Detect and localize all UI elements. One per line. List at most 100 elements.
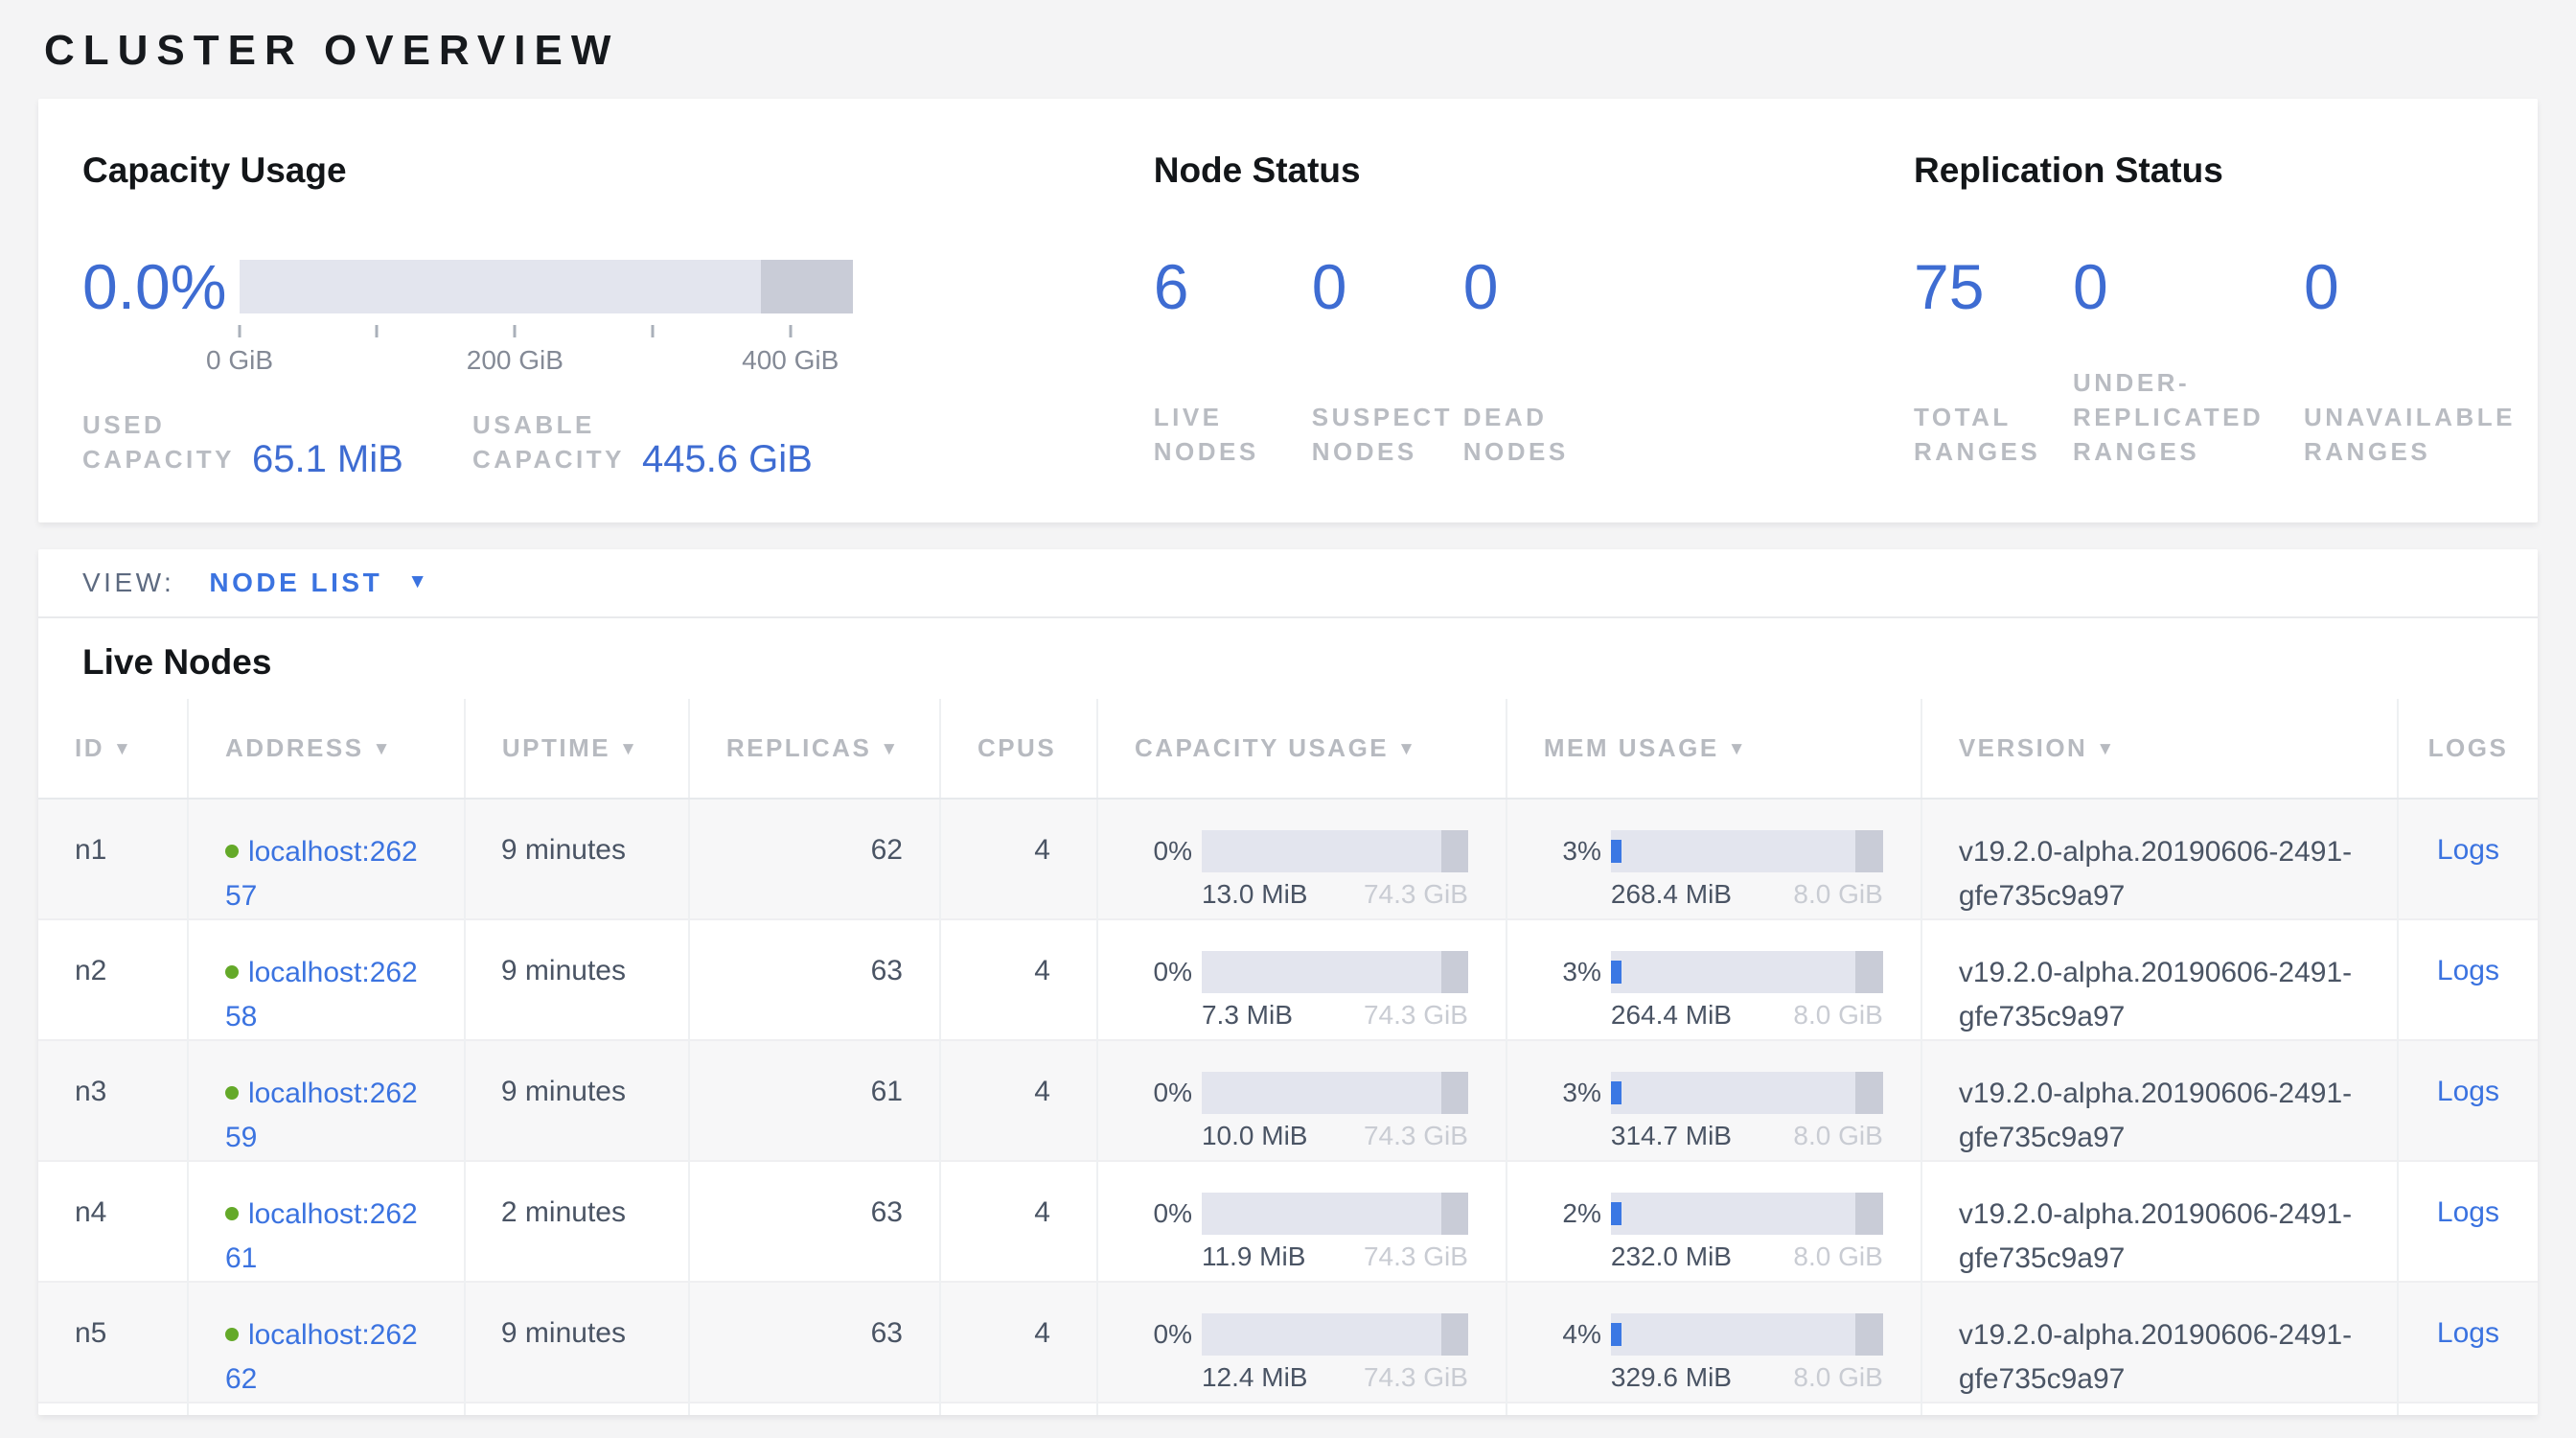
uptime-cell: 9 minutes	[465, 1040, 689, 1161]
cluster-overview-page: CLUSTER OVERVIEW Capacity Usage 0.0% 0 G…	[0, 23, 2576, 1415]
cpus-cell: 4	[940, 799, 1097, 919]
column-header-cpus: CPUS	[940, 699, 1097, 799]
logs-cell: Logs	[2398, 799, 2538, 919]
view-selector-dropdown[interactable]: NODE LIST ▼	[209, 568, 430, 598]
column-header-capacity[interactable]: CAPACITY USAGE ▼	[1097, 699, 1506, 799]
mem-usage-cell: 4% 329.6 MiB 8.0 GiB	[1506, 1282, 1921, 1403]
mem-bar	[1611, 1072, 1883, 1114]
uptime-cell: 9 minutes	[465, 799, 689, 919]
node-address-cell: localhost:26258	[188, 919, 465, 1040]
node-address-link[interactable]: localhost:26258	[225, 957, 418, 1032]
mem-used-value: 329.6 MiB	[1611, 1362, 1732, 1393]
version-cell: v19.2.0-alpha.20190606-2491-gfe735c9a97	[1921, 1040, 2398, 1161]
column-header-label: CAPACITY USAGE	[1135, 733, 1389, 762]
replication-status-stats: 75 TOTALRANGES 0 UNDER-REPLICATEDRANGES …	[1914, 260, 2515, 469]
mem-used-value: 232.0 MiB	[1611, 1241, 1732, 1272]
stat-label: DEADNODES	[1463, 400, 1636, 469]
capacity-used-value: 11.9 MiB	[1202, 1241, 1305, 1272]
capacity-used-value: 12.4 MiB	[1202, 1362, 1308, 1393]
node-address-link[interactable]: localhost:26259	[225, 1078, 418, 1153]
stat-value: 6	[1154, 256, 1312, 317]
replicas-cell: 62	[689, 799, 940, 919]
version-cell: v19.2.0-alpha.20190606-2491-gfe735c9a97	[1921, 919, 2398, 1040]
status-stat: 0 DEADNODES	[1463, 260, 1636, 469]
capacity-usage-cell: 0% 13.0 MiB 74.3 GiB	[1097, 799, 1506, 919]
column-header-memory[interactable]: MEM USAGE▼	[1506, 699, 1921, 799]
column-header-label: CPUS	[978, 733, 1056, 762]
logs-cell: Logs	[2398, 1282, 2538, 1403]
node-id-cell: n2	[38, 919, 188, 1040]
column-header-label: ID	[75, 733, 104, 762]
capacity-total-value: 74.3 GiB	[1364, 1121, 1468, 1151]
live-status-dot-icon	[225, 1086, 239, 1100]
node-address-cell: localhost:26257	[188, 799, 465, 919]
stat-value: 0	[1463, 256, 1636, 317]
capacity-gauge-ticks	[240, 325, 853, 337]
version-text: v19.2.0-alpha.20190606-2491-gfe735c9a97	[1959, 830, 2377, 918]
column-header-version[interactable]: VERSION▼	[1921, 699, 2398, 799]
chevron-down-icon: ▼	[407, 570, 430, 593]
version-cell: v19.2.0-alpha.20190606-2491-gfe735c9a97	[1921, 1282, 2398, 1403]
logs-cell: Logs	[2398, 1040, 2538, 1161]
capacity-bar-dark-segment	[1441, 1193, 1468, 1235]
capacity-bar	[1202, 1193, 1468, 1235]
capacity-stats: USEDCAPACITY 65.1 MiB USABLECAPACITY 445…	[82, 407, 1154, 476]
mem-total-value: 8.0 GiB	[1793, 1121, 1882, 1151]
gauge-tick-label: 400 GiB	[742, 345, 839, 376]
capacity-total-value: 74.3 GiB	[1364, 1362, 1468, 1393]
live-status-dot-icon	[225, 845, 239, 858]
stat-value: 0	[1312, 256, 1463, 317]
capacity-gauge-dark-segment	[761, 260, 853, 313]
mem-bar-fill	[1611, 1081, 1622, 1104]
logs-link[interactable]: Logs	[2437, 1076, 2499, 1107]
sort-desc-icon: ▼	[880, 739, 900, 759]
stat-label: UNAVAILABLERANGES	[2304, 400, 2515, 469]
mem-bar-fill	[1611, 961, 1622, 984]
node-address-cell: localhost:26261	[188, 1161, 465, 1282]
capacity-percent-label: 0%	[1135, 1198, 1192, 1229]
replicas-cell: 63	[689, 1161, 940, 1282]
logs-link[interactable]: Logs	[2437, 834, 2499, 866]
capacity-bar-dark-segment	[1441, 951, 1468, 993]
gauge-tick-label: 200 GiB	[467, 345, 564, 376]
capacity-bar	[1202, 1072, 1468, 1114]
status-stat: 6 LIVENODES	[1154, 260, 1312, 469]
capacity-gauge: 0.0% 0 GiB200 GiB400 GiB	[82, 260, 1154, 374]
live-status-dot-icon	[225, 965, 239, 979]
table-row: n4 localhost:26261 2 minutes 63 4 0% 11.…	[38, 1161, 2538, 1282]
capacity-usage-cell: 0% 12.4 MiB 74.3 GiB	[1097, 1282, 1506, 1403]
mem-usage-cell: 3% 264.4 MiB 8.0 GiB	[1506, 919, 1921, 1040]
node-status-stats: 6 LIVENODES 0 SUSPECTNODES 0 DEADNODES	[1154, 260, 1914, 469]
cpus-cell: 4	[940, 1282, 1097, 1403]
mem-percent-label: 4%	[1544, 1319, 1601, 1350]
mem-bar-dark-segment	[1855, 1072, 1882, 1114]
capacity-bar	[1202, 830, 1468, 872]
capacity-total-value: 74.3 GiB	[1364, 1000, 1468, 1031]
column-header-replicas[interactable]: REPLICAS▼	[689, 699, 940, 799]
sort-desc-icon: ▼	[619, 739, 639, 759]
capacity-gauge-track	[240, 260, 853, 313]
sort-desc-icon: ▼	[1397, 739, 1417, 759]
column-header-label: LOGS	[2428, 733, 2509, 762]
view-bar: VIEW: NODE LIST ▼	[38, 549, 2538, 618]
mem-bar-dark-segment	[1855, 1193, 1882, 1235]
column-header-address[interactable]: ADDRESS▼	[188, 699, 465, 799]
table-row: n5 localhost:26262 9 minutes 63 4 0% 12.…	[38, 1282, 2538, 1403]
column-header-label: MEM USAGE	[1544, 733, 1719, 762]
node-address-link[interactable]: localhost:26262	[225, 1319, 418, 1395]
column-header-id[interactable]: ID▼	[38, 699, 188, 799]
live-nodes-header: Live Nodes	[38, 618, 2538, 699]
logs-link[interactable]: Logs	[2437, 955, 2499, 986]
mem-used-value: 264.4 MiB	[1611, 1000, 1732, 1031]
gauge-tick	[376, 325, 379, 337]
mem-used-value: 268.4 MiB	[1611, 879, 1732, 910]
mem-total-value: 8.0 GiB	[1793, 879, 1882, 910]
capacity-stat-value: 445.6 GiB	[642, 439, 813, 479]
column-header-uptime[interactable]: UPTIME▼	[465, 699, 689, 799]
mem-percent-label: 3%	[1544, 1078, 1601, 1108]
logs-link[interactable]: Logs	[2437, 1317, 2499, 1349]
node-address-link[interactable]: localhost:26261	[225, 1198, 418, 1274]
node-address-link[interactable]: localhost:26257	[225, 836, 418, 912]
stat-label: TOTALRANGES	[1914, 400, 2073, 469]
logs-link[interactable]: Logs	[2437, 1196, 2499, 1228]
